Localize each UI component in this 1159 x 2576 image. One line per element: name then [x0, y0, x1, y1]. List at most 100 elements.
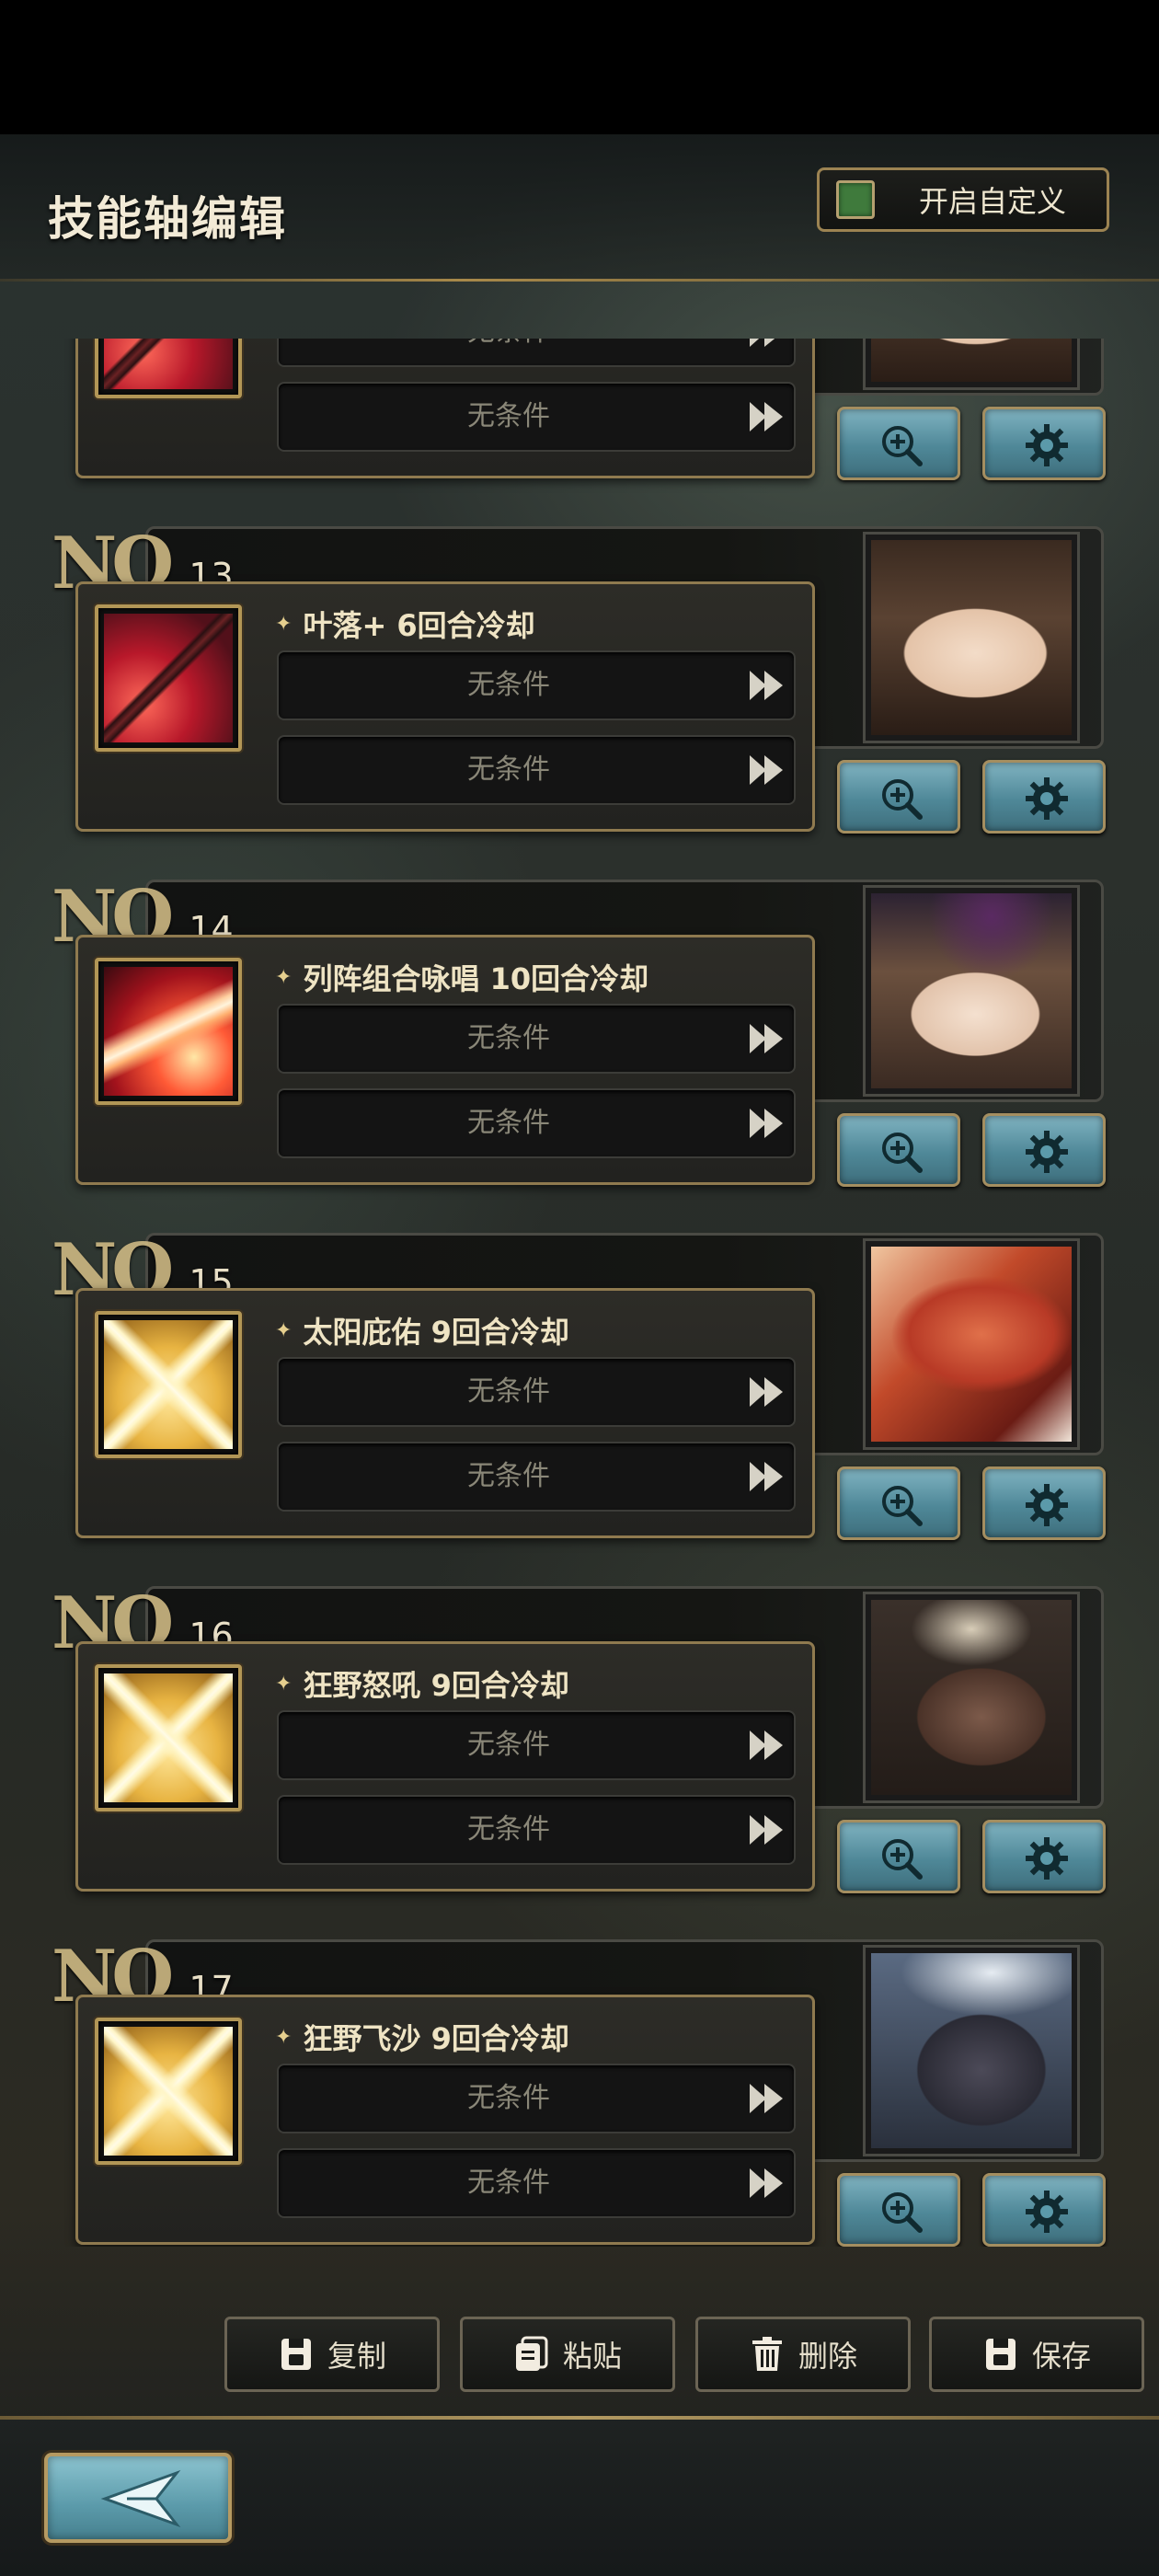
header-bar: 技能轴编辑 开启自定义 — [0, 134, 1159, 282]
double-chevron-icon — [750, 1377, 783, 1407]
condition-slot[interactable]: 无条件 — [277, 650, 796, 720]
custom-toggle[interactable]: 开启自定义 — [817, 167, 1109, 232]
save-label: 保存 — [1031, 2339, 1091, 2374]
copy-icon — [281, 2339, 311, 2370]
skill-name-cooldown: 太阳庇佑 9回合冷却 — [303, 1315, 569, 1350]
condition-slot[interactable]: 无条件 — [277, 735, 796, 805]
character-portrait[interactable] — [863, 339, 1080, 390]
skill-list[interactable]: ✦炎彻 8回合冷却无条件无条件NO.13✦叶落+ 6回合冷却无条件无条件NO.1… — [0, 339, 1159, 2247]
gear-icon — [1026, 1484, 1068, 1526]
portrait-art — [871, 540, 1072, 735]
paste-label: 粘贴 — [562, 2339, 622, 2374]
footer-divider — [0, 2416, 1159, 2420]
paste-icon — [515, 2336, 548, 2371]
settings-button[interactable] — [982, 1466, 1106, 1540]
skill-title: ✦ 狂野飞沙 9回合冷却 — [275, 2016, 569, 2058]
skill-art — [104, 339, 233, 389]
diamond-icon: ✦ — [275, 2025, 293, 2049]
skill-icon[interactable] — [95, 1664, 242, 1811]
double-chevron-icon — [750, 339, 775, 347]
skill-name-cooldown: 狂野飞沙 9回合冷却 — [303, 2021, 569, 2056]
condition-slot[interactable]: 无条件 — [277, 1710, 796, 1780]
skill-icon[interactable] — [95, 958, 242, 1105]
zoom-button[interactable] — [837, 407, 960, 480]
skill-icon[interactable] — [95, 2018, 242, 2165]
settings-button[interactable] — [982, 760, 1106, 834]
settings-button[interactable] — [982, 1820, 1106, 1893]
copy-button[interactable]: 复制 — [224, 2317, 440, 2392]
condition-label: 无条件 — [467, 1729, 550, 1761]
skill-name-cooldown: 叶落+ 6回合冷却 — [303, 608, 535, 643]
character-portrait[interactable] — [863, 1945, 1080, 2156]
portrait-art — [871, 893, 1072, 1088]
checkbox-icon[interactable] — [836, 180, 875, 219]
gear-icon — [1026, 2191, 1068, 2233]
skill-icon[interactable] — [95, 339, 242, 398]
condition-slot[interactable]: 无条件 — [277, 1442, 796, 1512]
double-chevron-icon — [750, 2084, 783, 2113]
skill-entry: NO .15 ✦ 太阳庇佑 9回合冷却 无条件 无条件 — [0, 1233, 1159, 1551]
delete-button[interactable]: 删除 — [695, 2317, 911, 2392]
gear-icon — [1026, 424, 1068, 466]
zoom-button[interactable] — [837, 2173, 960, 2247]
settings-button[interactable] — [982, 1113, 1106, 1187]
header-divider — [0, 279, 1159, 282]
double-chevron-icon — [750, 1731, 783, 1760]
condition-slot[interactable]: 无条件 — [277, 1004, 796, 1074]
skill-art — [104, 967, 233, 1096]
portrait-art — [871, 339, 1072, 382]
gear-icon — [1026, 1837, 1068, 1880]
back-button[interactable] — [44, 2453, 232, 2543]
zoom-button[interactable] — [837, 760, 960, 834]
settings-button[interactable] — [982, 2173, 1106, 2247]
condition-slot[interactable]: 无条件 — [277, 2148, 796, 2218]
zoom-in-icon — [882, 1839, 923, 1880]
copy-label: 复制 — [327, 2339, 386, 2374]
condition-label: 无条件 — [467, 1813, 550, 1846]
skill-entry: NO .13 ✦ 叶落+ 6回合冷却 无条件 无条件 — [0, 526, 1159, 845]
character-portrait[interactable] — [863, 885, 1080, 1097]
character-portrait[interactable] — [863, 1592, 1080, 1803]
gear-icon — [1026, 1131, 1068, 1173]
condition-label: 无条件 — [467, 753, 550, 786]
save-button[interactable]: 保存 — [929, 2317, 1144, 2392]
skill-icon[interactable] — [95, 604, 242, 752]
condition-slot[interactable]: 无条件 — [277, 1357, 796, 1427]
skill-name-cooldown: 狂野怒吼 9回合冷却 — [303, 1668, 569, 1703]
skill-entry: NO .17 ✦ 狂野飞沙 9回合冷却 无条件 无条件 — [0, 1939, 1159, 2247]
zoom-button[interactable] — [837, 1113, 960, 1187]
double-chevron-icon — [750, 402, 783, 431]
condition-slot[interactable]: 无条件 — [277, 339, 796, 367]
condition-slot[interactable]: 无条件 — [277, 1088, 796, 1158]
trash-icon — [752, 2337, 782, 2371]
condition-slot[interactable]: 无条件 — [277, 2064, 796, 2133]
settings-button[interactable] — [982, 407, 1106, 480]
condition-label: 无条件 — [467, 669, 550, 701]
zoom-in-icon — [882, 426, 923, 466]
portrait-art — [871, 1247, 1072, 1442]
skill-icon[interactable] — [95, 1311, 242, 1458]
double-chevron-icon — [750, 2168, 783, 2198]
condition-label: 无条件 — [467, 2082, 550, 2114]
condition-slot[interactable]: 无条件 — [277, 1795, 796, 1865]
condition-slot[interactable]: 无条件 — [277, 382, 796, 452]
double-chevron-icon — [750, 1109, 783, 1138]
double-chevron-icon — [750, 1024, 783, 1053]
condition-label: 无条件 — [467, 2167, 550, 2199]
custom-toggle-label: 开启自定义 — [919, 184, 1067, 219]
zoom-in-icon — [882, 1133, 923, 1173]
skill-card: ✦ 狂野飞沙 9回合冷却 无条件 无条件 — [75, 1995, 815, 2245]
skill-title: ✦ 太阳庇佑 9回合冷却 — [275, 1309, 569, 1351]
skill-entry: ✦炎彻 8回合冷却无条件无条件 — [0, 339, 1159, 491]
portrait-art — [871, 1600, 1072, 1795]
character-portrait[interactable] — [863, 1238, 1080, 1450]
zoom-button[interactable] — [837, 1466, 960, 1540]
skill-card: ✦ 叶落+ 6回合冷却 无条件 无条件 — [75, 581, 815, 832]
paste-button[interactable]: 粘贴 — [460, 2317, 675, 2392]
zoom-button[interactable] — [837, 1820, 960, 1893]
character-portrait[interactable] — [863, 532, 1080, 743]
condition-label: 无条件 — [467, 400, 550, 432]
skill-card: ✦ 狂野怒吼 9回合冷却 无条件 无条件 — [75, 1641, 815, 1892]
skill-title: ✦ 列阵组合咏唱 10回合冷却 — [275, 956, 648, 998]
condition-label: 无条件 — [279, 339, 739, 365]
